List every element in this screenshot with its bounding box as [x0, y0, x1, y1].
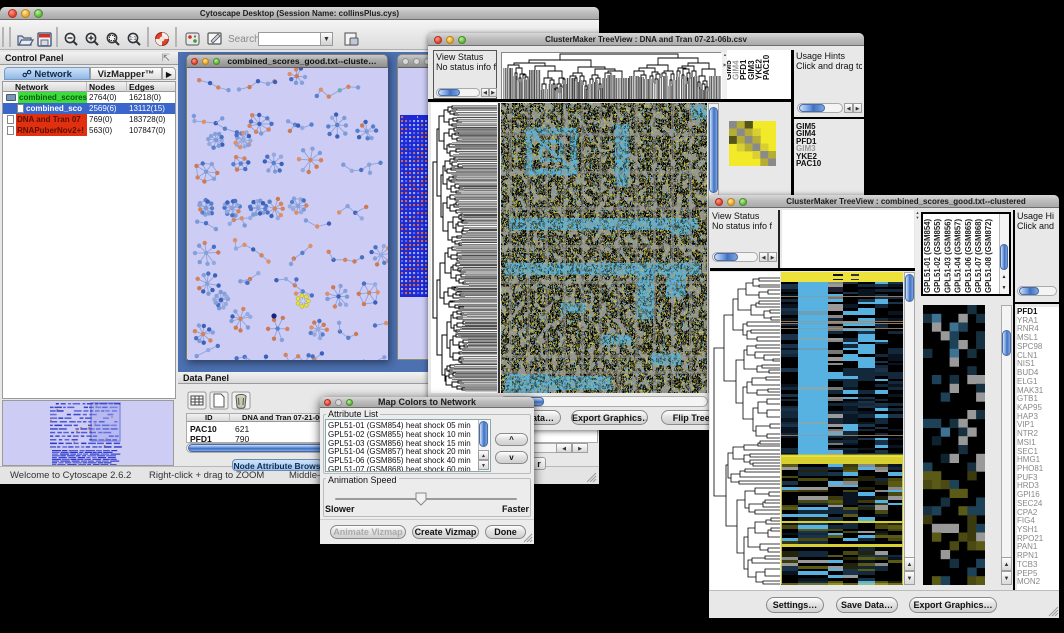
svg-text:GPL51-08 (GSM872): GPL51-08 (GSM872) [984, 218, 993, 293]
svg-text:GPL51-04 (GSM857): GPL51-04 (GSM857) [954, 218, 963, 293]
svg-text:PAC10: PAC10 [762, 54, 771, 80]
svg-text:GPL51-02 (GSM855): GPL51-02 (GSM855) [933, 218, 942, 293]
svg-text:GPL51-06 (GSM865): GPL51-06 (GSM865) [964, 218, 973, 293]
svg-text:GPL51-01 (GSM854): GPL51-01 (GSM854) [923, 218, 932, 293]
svg-text:GPL51-07 (GSM868): GPL51-07 (GSM868) [974, 218, 983, 293]
svg-text:GPL51-03 (GSM856): GPL51-03 (GSM856) [943, 218, 952, 293]
